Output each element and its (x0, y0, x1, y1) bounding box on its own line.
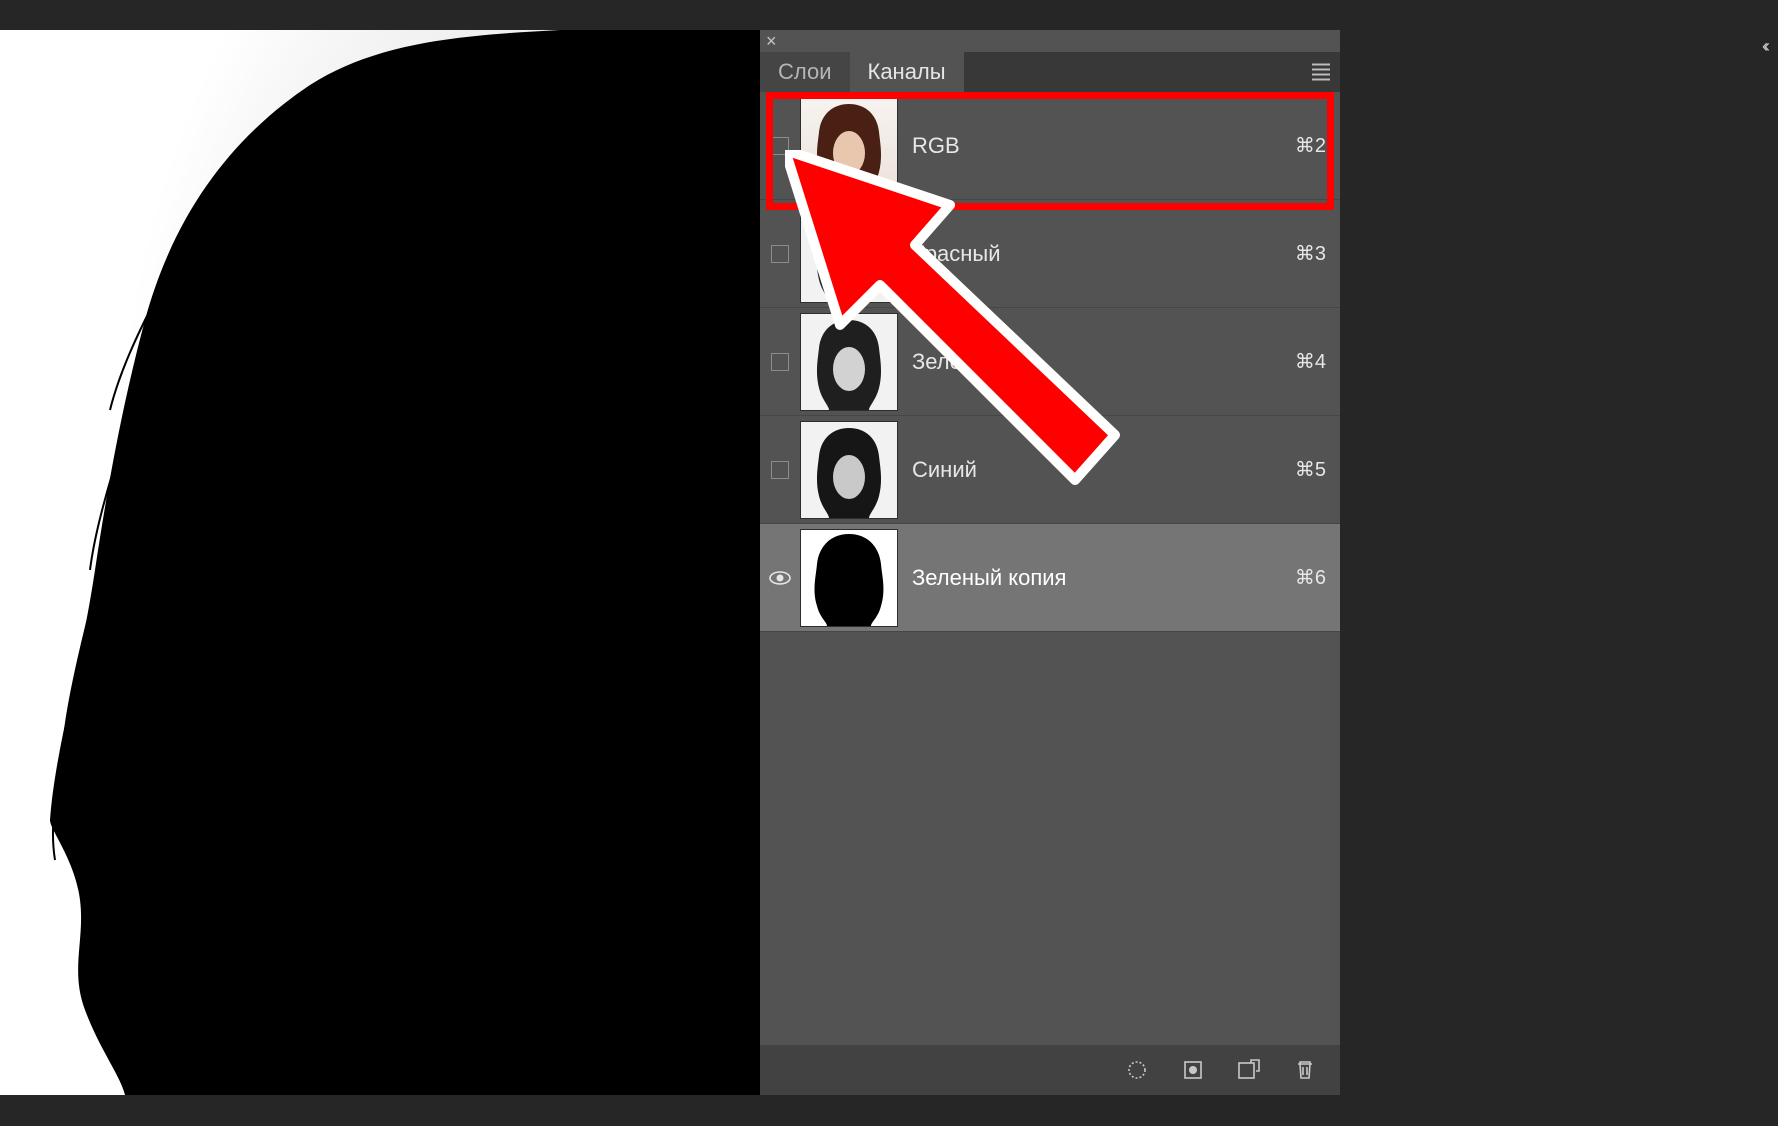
delete-icon[interactable] (1292, 1057, 1318, 1083)
visibility-toggle[interactable] (766, 571, 794, 585)
channel-shortcut: ⌘5 (1295, 457, 1326, 482)
load-selection-icon[interactable] (1124, 1057, 1150, 1083)
panel-menu-icon[interactable] (1312, 64, 1330, 81)
tab-label: Каналы (868, 59, 946, 85)
channel-row-green-copy[interactable]: Зеленый копия ⌘6 (760, 524, 1340, 632)
channel-row-rgb[interactable]: RGB ⌘2 (760, 92, 1340, 200)
close-icon[interactable]: × (766, 32, 777, 50)
channel-thumbnail (800, 313, 898, 411)
silhouette-image (0, 30, 760, 1095)
visibility-toggle[interactable] (766, 245, 794, 263)
channel-name: RGB (912, 133, 1295, 159)
panel-footer (760, 1045, 1340, 1095)
channel-shortcut: ⌘3 (1295, 241, 1326, 266)
panel-tabs: Слои Каналы (760, 52, 1340, 92)
channel-row-blue[interactable]: Синий ⌘5 (760, 416, 1340, 524)
visibility-toggle[interactable] (766, 461, 794, 479)
visibility-toggle[interactable] (766, 137, 794, 155)
channel-shortcut: ⌘6 (1295, 565, 1326, 590)
tab-channels[interactable]: Каналы (850, 52, 964, 92)
channel-list: RGB ⌘2 Красный ⌘3 Зеленый ⌘4 (760, 92, 1340, 1045)
tab-layers[interactable]: Слои (760, 52, 850, 92)
channel-thumbnail (800, 529, 898, 627)
collapse-panel-icon[interactable]: ‹‹ (1762, 36, 1766, 57)
channel-thumbnail (800, 421, 898, 519)
channel-name: Зеленый копия (912, 565, 1295, 591)
channel-row-green[interactable]: Зеленый ⌘4 (760, 308, 1340, 416)
channel-shortcut: ⌘2 (1295, 133, 1326, 158)
document-canvas[interactable] (0, 30, 760, 1095)
eye-icon (769, 571, 791, 585)
visibility-toggle[interactable] (766, 353, 794, 371)
channel-row-red[interactable]: Красный ⌘3 (760, 200, 1340, 308)
save-selection-icon[interactable] (1180, 1057, 1206, 1083)
channel-name: Красный (912, 241, 1295, 267)
channels-panel: × Слои Каналы RGB ⌘2 Красный (760, 30, 1340, 1095)
channel-thumbnail (800, 97, 898, 195)
channel-thumbnail (800, 205, 898, 303)
new-channel-icon[interactable] (1236, 1057, 1262, 1083)
channel-name: Синий (912, 457, 1295, 483)
channel-shortcut: ⌘4 (1295, 349, 1326, 374)
channel-name: Зеленый (912, 349, 1295, 375)
tab-label: Слои (778, 59, 832, 85)
